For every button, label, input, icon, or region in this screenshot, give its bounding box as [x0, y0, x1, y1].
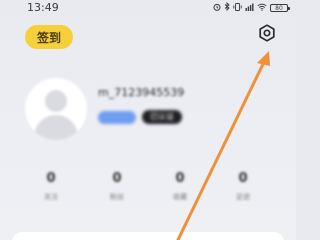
stat-label: 足迹: [236, 193, 250, 201]
vibrate-icon: [233, 2, 242, 13]
stat-value: 0: [238, 171, 248, 186]
profile-screen: 13:49 80 签到 m_7123945539 已认证 0 关注 0 粉丝 0…: [0, 0, 296, 240]
stat-value: 0: [175, 171, 185, 186]
status-time: 13:49: [27, 1, 59, 14]
stat-value: 0: [46, 171, 56, 186]
avatar-head: [45, 90, 67, 112]
profile-username: m_7123945539: [98, 86, 185, 99]
stat-label: 粉丝: [110, 193, 124, 201]
battery-icon: 80: [270, 3, 290, 12]
stat-followers[interactable]: 0 粉丝: [100, 171, 134, 202]
stat-history[interactable]: 0 足迹: [226, 171, 260, 202]
stat-label: 关注: [44, 193, 58, 201]
status-bar: 13:49 80: [0, 0, 296, 16]
bluetooth-icon: [224, 1, 230, 13]
member-badge[interactable]: [98, 111, 136, 124]
verified-badge[interactable]: 已认证: [142, 110, 182, 124]
stat-label: 收藏: [173, 193, 187, 201]
avatar[interactable]: [25, 78, 87, 140]
wifi-icon: [257, 3, 267, 13]
stat-following[interactable]: 0 关注: [34, 171, 68, 202]
alarm-icon: [213, 3, 221, 13]
signin-button[interactable]: 签到: [25, 25, 73, 49]
stat-value: 0: [112, 171, 122, 186]
signal-icon: [245, 3, 254, 13]
status-icons: 80: [213, 1, 290, 13]
avatar-shoulders: [34, 115, 78, 140]
settings-button[interactable]: [256, 24, 278, 46]
stat-favorites[interactable]: 0 收藏: [163, 171, 197, 202]
gear-icon: [257, 23, 277, 47]
bottom-card: [12, 232, 284, 240]
